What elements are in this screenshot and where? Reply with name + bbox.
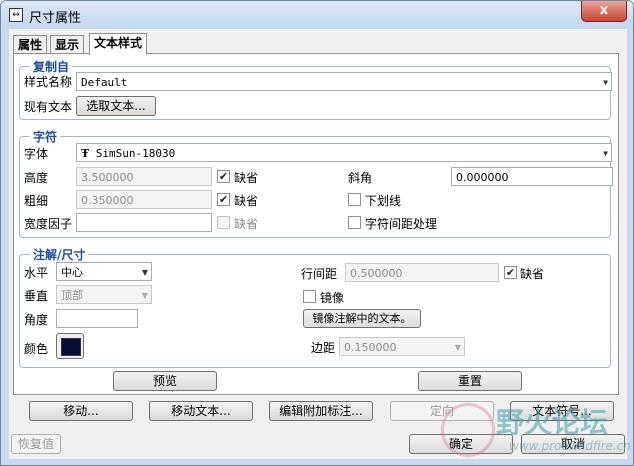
margin-label: 边距	[311, 341, 336, 355]
title-bar[interactable]: ↔ 尺寸属性 x	[1, 1, 633, 29]
style-name-select[interactable]: Default ▼	[76, 72, 612, 91]
move-text-button[interactable]: 移动文本...	[149, 401, 253, 421]
height-default-label: 缺省	[234, 171, 259, 185]
character-group: 字符 字体 Ŧ SimSun-18030 ▼ 高度 3.500000 ✔ 缺省 …	[19, 128, 613, 238]
horizontal-select[interactable]: 中心 ▼	[56, 262, 152, 281]
style-name-value: Default	[81, 76, 128, 89]
tab-panel: 复制自 样式名称 Default ▼ 现有文本 选取文本... 字符 字体 Ŧ …	[13, 53, 619, 395]
line-spacing-label: 行间距	[301, 267, 338, 281]
tab-text-style[interactable]: 文本样式	[89, 33, 148, 55]
style-name-label: 样式名称	[24, 75, 73, 89]
watermark-url: www.proewildfire.cn	[509, 439, 631, 453]
font-select[interactable]: Ŧ SimSun-18030 ▼	[76, 143, 612, 162]
height-label: 高度	[24, 171, 49, 185]
close-button[interactable]: x	[581, 1, 627, 22]
vertical-value: 顶部	[61, 289, 83, 302]
vertical-select[interactable]: 顶部 ▼	[56, 285, 152, 304]
truetype-font-icon: Ŧ	[81, 147, 90, 160]
width-factor-default-label: 缺省	[234, 217, 259, 231]
note-dim-group: 注解/尺寸 水平 中心 ▼ 垂直 顶部 ▼ 角度 颜色 行间距 0.500000…	[19, 246, 611, 368]
reset-button[interactable]: 重置	[418, 371, 522, 391]
angle-label: 角度	[24, 313, 49, 327]
width-factor-label: 宽度因子	[24, 217, 73, 231]
note-dim-title: 注解/尺寸	[30, 246, 89, 263]
horizontal-label: 水平	[24, 266, 49, 280]
tab-properties[interactable]: 属性	[13, 35, 48, 54]
vertical-label: 垂直	[24, 289, 49, 303]
line-spacing-default-label: 缺省	[520, 267, 545, 281]
height-default-checkbox[interactable]: ✔	[217, 170, 230, 183]
character-title: 字符	[30, 128, 61, 145]
tab-display[interactable]: 显示	[50, 35, 85, 54]
window-app-icon: ↔	[9, 8, 23, 22]
dialog-client-area: 属性 显示 文本样式 复制自 样式名称 Default ▼ 现有文本 选取文本.…	[9, 29, 627, 459]
thickness-default-label: 缺省	[234, 194, 259, 208]
slant-label: 斜角	[348, 171, 373, 185]
color-swatch-button[interactable]	[56, 333, 84, 359]
horizontal-value: 中心	[61, 266, 83, 279]
dialog-window: ↔ 尺寸属性 x 属性 显示 文本样式 复制自 样式名称 Default ▼ 现…	[0, 0, 634, 466]
underline-checkbox[interactable]	[348, 193, 361, 206]
move-button[interactable]: 移动...	[29, 401, 133, 421]
mirror-label: 镜像	[320, 291, 345, 305]
thickness-default-checkbox[interactable]: ✔	[217, 193, 230, 206]
select-text-button[interactable]: 选取文本...	[76, 96, 156, 116]
font-label: 字体	[24, 147, 49, 161]
thickness-label: 粗细	[24, 194, 49, 208]
copy-from-group: 复制自 样式名称 Default ▼ 现有文本 选取文本...	[19, 58, 612, 120]
width-factor-input[interactable]	[76, 213, 212, 232]
watermark-logo-icon	[441, 403, 495, 457]
existing-text-label: 现有文本	[24, 100, 73, 114]
kerning-checkbox[interactable]	[348, 216, 361, 229]
font-value: SimSun-18030	[95, 147, 176, 160]
kerning-label: 字符间距处理	[365, 217, 438, 231]
line-spacing-default-checkbox[interactable]: ✔	[504, 266, 517, 279]
slant-input[interactable]: 0.000000	[451, 167, 613, 186]
height-input[interactable]: 3.500000	[76, 167, 212, 186]
restore-values-button[interactable]: 恢复值	[11, 434, 61, 454]
preview-button[interactable]: 预览	[113, 371, 217, 391]
margin-select[interactable]: 0.150000 ▼	[339, 337, 465, 356]
line-spacing-input[interactable]: 0.500000	[345, 263, 499, 282]
margin-value: 0.150000	[344, 341, 397, 354]
color-label: 颜色	[24, 342, 49, 356]
color-swatch	[61, 338, 81, 356]
angle-input[interactable]	[56, 309, 138, 328]
chevron-down-icon: ▼	[603, 78, 608, 87]
chevron-down-icon: ▼	[141, 291, 148, 300]
underline-label: 下划线	[365, 194, 402, 208]
chevron-down-icon: ▼	[141, 268, 148, 277]
thickness-input[interactable]: 0.350000	[76, 190, 212, 209]
mirror-note-text-tooltip: 镜像注解中的文本。	[303, 309, 421, 328]
chevron-down-icon: ▼	[454, 343, 461, 352]
watermark-text: 野火论坛	[496, 406, 609, 439]
width-factor-default-checkbox[interactable]	[217, 216, 230, 229]
window-title: 尺寸属性	[29, 11, 82, 26]
mirror-checkbox[interactable]	[303, 290, 316, 303]
edit-attachment-button[interactable]: 编辑附加标注...	[269, 401, 373, 421]
chevron-down-icon: ▼	[603, 149, 608, 158]
